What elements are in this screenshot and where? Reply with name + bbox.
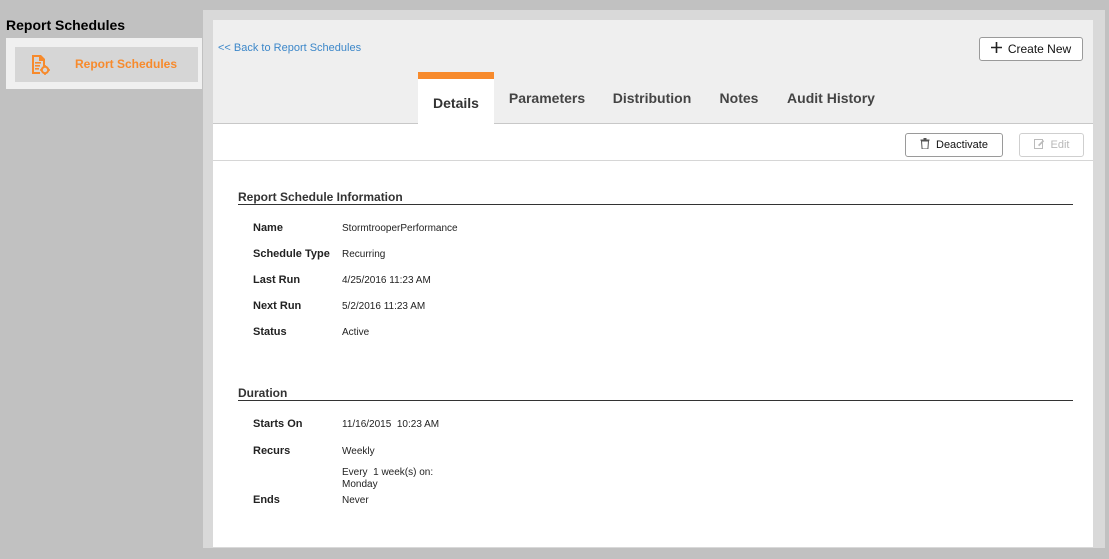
create-new-label: Create New: [1007, 42, 1072, 56]
edit-button[interactable]: Edit: [1019, 133, 1084, 157]
sidebar: Report Schedules: [6, 38, 202, 89]
sidebar-item-label: Report Schedules: [75, 57, 178, 71]
main-content: << Back to Report Schedules Create New D…: [213, 20, 1093, 547]
section-divider: [238, 204, 1073, 205]
plus-icon: [990, 42, 1002, 56]
field-value-recurs-day: Monday: [342, 479, 378, 490]
tab-audit-history[interactable]: Audit History: [783, 72, 879, 123]
field-value-starts-on: 11/16/2015 10:23 AM: [342, 419, 440, 430]
field-label-last-run: Last Run: [253, 274, 301, 286]
field-label-ends: Ends: [253, 494, 280, 506]
back-link[interactable]: << Back to Report Schedules: [218, 42, 361, 54]
field-value-next-run: 5/2/2016 11:23 AM: [342, 301, 426, 312]
edit-icon: [1033, 138, 1045, 152]
field-label-recurs: Recurs: [253, 445, 291, 457]
tab-notes[interactable]: Notes: [713, 72, 765, 123]
tab-distribution[interactable]: Distribution: [607, 72, 697, 123]
tab-bar: Details Parameters Distribution Notes Au…: [213, 72, 1093, 124]
tab-details[interactable]: Details: [418, 72, 494, 124]
section-title-duration: Duration: [238, 386, 288, 400]
field-value-recurs: Weekly: [342, 446, 375, 457]
field-label-next-run: Next Run: [253, 300, 302, 312]
tab-parameters[interactable]: Parameters: [503, 72, 591, 123]
field-value-last-run: 4/25/2016 11:23 AM: [342, 275, 431, 286]
field-label-starts-on: Starts On: [253, 418, 303, 430]
section-divider: [238, 400, 1073, 401]
field-label-name: Name: [253, 222, 283, 234]
field-value-schedule-type: Recurring: [342, 249, 386, 260]
create-new-button[interactable]: Create New: [979, 37, 1083, 61]
field-value-status: Active: [342, 327, 370, 338]
report-settings-icon: [29, 54, 51, 76]
edit-label: Edit: [1050, 139, 1070, 151]
action-toolbar: Deactivate Edit: [213, 124, 1093, 161]
sidebar-item-report-schedules[interactable]: Report Schedules: [15, 47, 198, 82]
field-label-schedule-type: Schedule Type: [253, 248, 330, 260]
main-frame: << Back to Report Schedules Create New D…: [203, 10, 1105, 548]
deactivate-label: Deactivate: [936, 139, 988, 151]
field-value-name: StormtrooperPerformance: [342, 223, 458, 234]
trash-icon: [920, 138, 930, 152]
field-value-ends: Never: [342, 495, 369, 506]
header-bar: << Back to Report Schedules Create New: [213, 20, 1093, 73]
deactivate-button[interactable]: Deactivate: [905, 133, 1003, 157]
section-title-info: Report Schedule Information: [238, 190, 403, 204]
sidebar-title: Report Schedules: [6, 17, 126, 33]
field-value-recurs-detail: Every 1 week(s) on:: [342, 467, 434, 478]
field-label-status: Status: [253, 326, 287, 338]
